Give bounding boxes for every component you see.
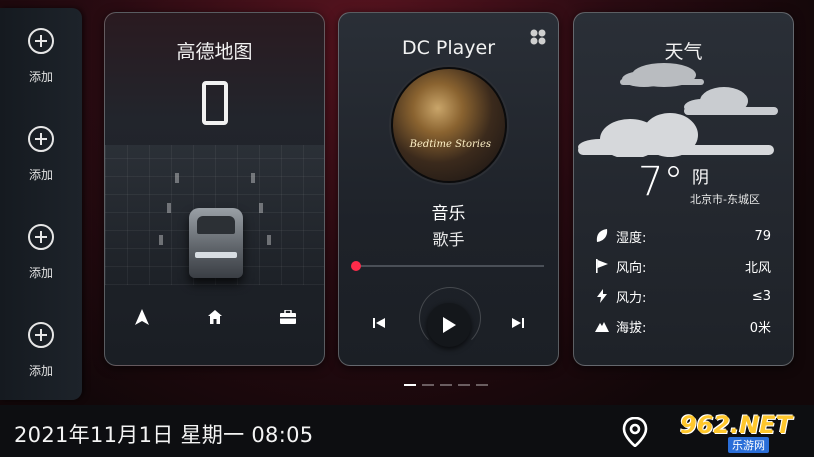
weather-row-humidity: 湿度: 79 <box>594 225 771 247</box>
map-widget-card[interactable]: 高德地图 <box>104 12 325 366</box>
sidebar-add-label: 添加 <box>28 364 53 378</box>
mountain-icon <box>594 318 610 334</box>
location-pin-icon[interactable] <box>622 416 648 448</box>
briefcase-icon[interactable] <box>276 305 300 329</box>
navigate-arrow-icon[interactable] <box>130 305 154 329</box>
weather-widget-card[interactable]: 天气 7° 阴 北京市-东城区 湿度: 79 风向: 北风 风力: ≤3 海拔:… <box>573 12 794 366</box>
altitude-label: 海拔: <box>616 320 647 336</box>
temperature: 7° <box>638 159 684 205</box>
cloud-icon <box>578 63 778 157</box>
previous-icon <box>373 318 385 328</box>
wind-force-label: 风力: <box>616 290 647 306</box>
watermark-logo: 962.NET 乐游网 <box>672 409 812 453</box>
album-cover: Bedtime Stories <box>391 67 507 183</box>
wind-direction-label: 风向: <box>616 260 647 276</box>
plus-circle-icon <box>28 224 54 250</box>
page-dot[interactable] <box>458 384 470 386</box>
weather-condition: 阴 <box>692 168 709 188</box>
home-icon[interactable] <box>203 305 227 329</box>
bottom-status-bar: 2021年11月1日 星期一 08:05 962.NET 乐游网 <box>0 405 814 457</box>
progress-knob[interactable] <box>351 261 361 271</box>
page-dot[interactable] <box>404 384 416 386</box>
next-track-button[interactable] <box>508 313 528 333</box>
progress-bar[interactable] <box>355 265 544 267</box>
sidebar-add-item-4[interactable]: 添加 <box>0 322 82 392</box>
speed-display <box>201 81 228 125</box>
humidity-label: 湿度: <box>616 230 647 246</box>
sidebar-add-item-1[interactable]: 添加 <box>0 28 82 98</box>
plus-circle-icon <box>28 322 54 348</box>
weather-location: 北京市-东城区 <box>690 193 760 206</box>
page-dot[interactable] <box>440 384 452 386</box>
car-icon <box>189 208 243 278</box>
weather-row-altitude: 海拔: 0米 <box>594 315 771 337</box>
grid-menu-icon[interactable] <box>530 29 546 45</box>
wind-force-value: ≤3 <box>751 288 771 304</box>
flag-icon <box>594 258 610 274</box>
weather-row-wind-force: 风力: ≤3 <box>594 285 771 307</box>
play-button[interactable] <box>427 303 471 347</box>
play-icon <box>443 317 456 333</box>
music-widget-card[interactable]: DC Player Bedtime Stories 音乐 歌手 <box>338 12 559 366</box>
page-dot[interactable] <box>422 384 434 386</box>
song-title: 音乐 <box>431 204 466 224</box>
wind-direction-value: 北风 <box>744 260 771 276</box>
weather-row-wind-direction: 风向: 北风 <box>594 255 771 277</box>
plus-circle-icon <box>28 28 54 54</box>
watermark-sub-text: 乐游网 <box>728 437 769 453</box>
sidebar-add-label: 添加 <box>28 266 53 280</box>
lightning-icon <box>594 288 610 304</box>
plus-circle-icon <box>28 126 54 152</box>
sidebar-add-label: 添加 <box>28 168 53 182</box>
next-icon <box>512 318 524 328</box>
map-widget-title: 高德地图 <box>176 41 253 63</box>
previous-track-button[interactable] <box>369 313 389 333</box>
sidebar: 添加 添加 添加 添加 <box>0 8 82 400</box>
leaf-icon <box>594 228 610 244</box>
artist-name: 歌手 <box>432 230 465 249</box>
music-player-title: DC Player <box>401 37 496 59</box>
sidebar-add-item-3[interactable]: 添加 <box>0 224 82 294</box>
altitude-value: 0米 <box>749 320 771 336</box>
sidebar-add-label: 添加 <box>28 70 53 84</box>
watermark-main-text: 962.NET <box>680 411 793 439</box>
album-cover-text: Bedtime Stories <box>409 139 491 150</box>
page-dot[interactable] <box>476 384 488 386</box>
page-indicator[interactable] <box>404 384 488 386</box>
humidity-value: 79 <box>754 228 771 244</box>
sidebar-add-item-2[interactable]: 添加 <box>0 126 82 196</box>
date-time-display: 2021年11月1日 星期一 08:05 <box>14 423 314 447</box>
